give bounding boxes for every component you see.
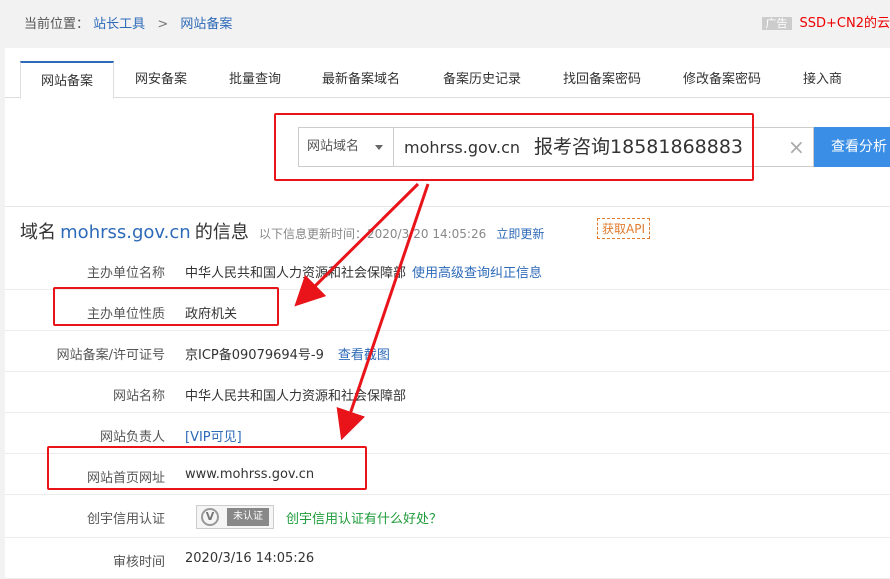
arrow-to-nature	[294, 182, 420, 307]
arrow-to-url	[336, 183, 430, 441]
annotation-arrows	[294, 182, 430, 441]
